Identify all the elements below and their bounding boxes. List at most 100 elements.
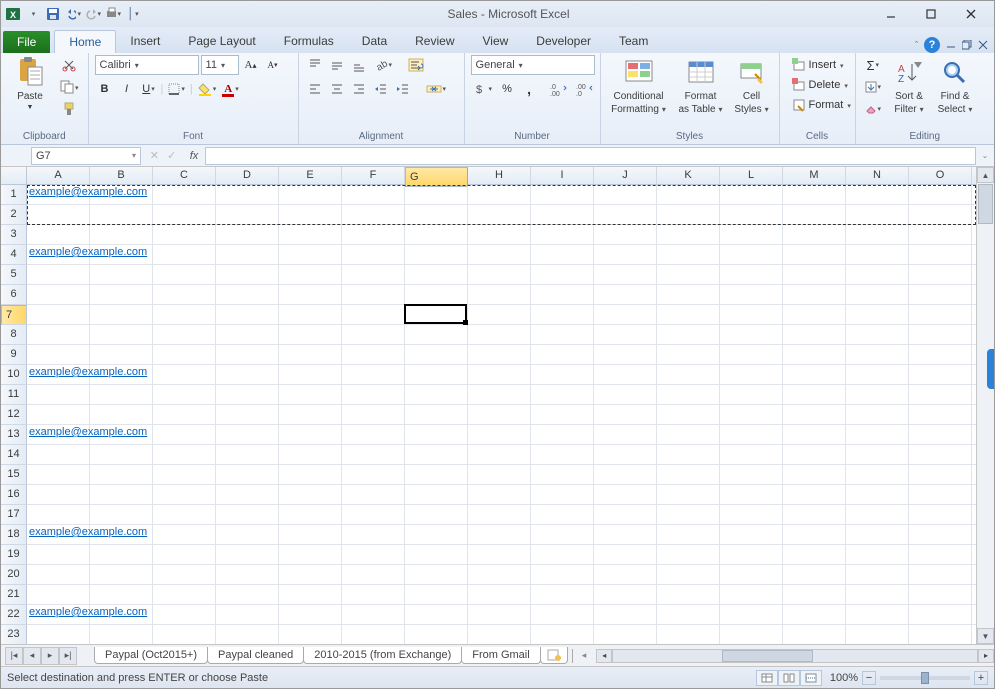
close-button[interactable] xyxy=(952,4,990,24)
autosum-button[interactable]: Σ xyxy=(862,55,885,75)
tab-review[interactable]: Review xyxy=(401,30,468,53)
col-header-K[interactable]: K xyxy=(657,167,720,184)
col-header-G[interactable]: G xyxy=(405,167,468,187)
row[interactable] xyxy=(27,625,976,644)
row-header[interactable]: 5 xyxy=(1,265,27,285)
col-header-J[interactable]: J xyxy=(594,167,657,184)
row[interactable] xyxy=(27,505,976,525)
col-header-H[interactable]: H xyxy=(468,167,531,184)
sheet-first-button[interactable]: |◂ xyxy=(5,647,23,665)
orientation-button[interactable]: ab xyxy=(371,55,396,75)
row-header[interactable]: 3 xyxy=(1,225,27,245)
zoom-slider-thumb[interactable] xyxy=(921,672,929,684)
zoom-in-button[interactable]: + xyxy=(974,671,988,685)
workbook-min-icon[interactable] xyxy=(946,41,956,49)
undo-icon[interactable] xyxy=(65,6,81,22)
sort-filter-button[interactable]: AZ Sort &Filter xyxy=(888,55,930,117)
percent-button[interactable]: % xyxy=(497,79,517,99)
row-header[interactable]: 9 xyxy=(1,345,27,365)
row[interactable]: example@example.com xyxy=(27,185,976,205)
row-header[interactable]: 6 xyxy=(1,285,27,305)
cell-hyperlink[interactable]: example@example.com xyxy=(29,606,147,618)
tab-view[interactable]: View xyxy=(469,30,523,53)
row[interactable] xyxy=(27,385,976,405)
sheet-tab[interactable]: Paypal (Oct2015+) xyxy=(94,647,208,664)
row-header[interactable]: 12 xyxy=(1,405,27,425)
row[interactable]: example@example.com xyxy=(27,365,976,385)
tab-team[interactable]: Team xyxy=(605,30,662,53)
row[interactable] xyxy=(27,585,976,605)
row-header[interactable]: 18 xyxy=(1,525,27,545)
formula-input[interactable] xyxy=(205,147,976,165)
align-top-button[interactable] xyxy=(305,55,325,75)
align-middle-button[interactable] xyxy=(327,55,347,75)
row-header[interactable]: 11 xyxy=(1,385,27,405)
cell-hyperlink[interactable]: example@example.com xyxy=(29,366,147,378)
col-header-O[interactable]: O xyxy=(909,167,972,184)
sheet-prev-button[interactable]: ◂ xyxy=(23,647,41,665)
tab-page-layout[interactable]: Page Layout xyxy=(174,30,269,53)
minimize-ribbon-icon[interactable]: ˆ xyxy=(915,40,918,50)
increase-indent-button[interactable] xyxy=(393,79,413,99)
row-header[interactable]: 23 xyxy=(1,625,27,644)
underline-button[interactable]: U xyxy=(139,79,159,99)
shrink-font-button[interactable]: A▾ xyxy=(263,55,283,75)
clear-button[interactable] xyxy=(862,99,885,119)
format-cells-button[interactable]: Format xyxy=(786,95,857,115)
col-header-F[interactable]: F xyxy=(342,167,405,184)
tab-home[interactable]: Home xyxy=(54,30,116,53)
row-header[interactable]: 15 xyxy=(1,465,27,485)
row-header[interactable]: 17 xyxy=(1,505,27,525)
row[interactable] xyxy=(27,225,976,245)
row[interactable] xyxy=(27,545,976,565)
tab-data[interactable]: Data xyxy=(348,30,401,53)
row[interactable]: example@example.com xyxy=(27,245,976,265)
number-format-select[interactable]: General▾ xyxy=(471,55,595,75)
row-header[interactable]: 14 xyxy=(1,445,27,465)
row-header[interactable]: 13 xyxy=(1,425,27,445)
cell-hyperlink[interactable]: example@example.com xyxy=(29,186,147,198)
fill-button[interactable] xyxy=(862,77,885,97)
minimize-button[interactable] xyxy=(872,4,910,24)
sheet-tab[interactable]: From Gmail xyxy=(461,647,540,664)
font-name-select[interactable]: Calibri▾ xyxy=(95,55,199,75)
sheet-tab[interactable]: Paypal cleaned xyxy=(207,647,304,664)
row-header[interactable]: 7 xyxy=(1,305,27,325)
grow-font-button[interactable]: A▴ xyxy=(241,55,261,75)
row-header[interactable]: 20 xyxy=(1,565,27,585)
border-button[interactable] xyxy=(165,79,188,99)
insert-cells-button[interactable]: Insert xyxy=(786,55,850,75)
workbook-restore-icon[interactable] xyxy=(962,40,972,50)
cell-hyperlink[interactable]: example@example.com xyxy=(29,526,147,538)
select-all-corner[interactable] xyxy=(1,167,27,184)
row[interactable] xyxy=(27,325,976,345)
decrease-decimal-button[interactable]: .00.0 xyxy=(573,79,597,99)
sheet-last-button[interactable]: ▸| xyxy=(59,647,77,665)
sheet-next-button[interactable]: ▸ xyxy=(41,647,59,665)
row[interactable] xyxy=(27,345,976,365)
font-size-select[interactable]: 11▾ xyxy=(201,55,239,75)
new-sheet-button[interactable] xyxy=(540,647,568,664)
conditional-formatting-button[interactable]: ConditionalFormatting xyxy=(607,55,671,117)
row[interactable] xyxy=(27,445,976,465)
font-color-button[interactable]: A xyxy=(221,79,241,99)
col-header-L[interactable]: L xyxy=(720,167,783,184)
qat-customize[interactable]: │ xyxy=(125,6,141,22)
col-header-C[interactable]: C xyxy=(153,167,216,184)
wrap-text-button[interactable] xyxy=(405,55,427,75)
col-header-D[interactable]: D xyxy=(216,167,279,184)
normal-view-button[interactable] xyxy=(756,670,778,686)
hscroll-right-button[interactable]: ▸ xyxy=(978,649,994,663)
row-header[interactable]: 2 xyxy=(1,205,27,225)
row[interactable]: example@example.com xyxy=(27,605,976,625)
scroll-up-button[interactable]: ▲ xyxy=(977,167,994,183)
side-panel-tab[interactable] xyxy=(987,349,994,389)
align-left-button[interactable] xyxy=(305,79,325,99)
col-header-A[interactable]: A xyxy=(27,167,90,184)
hscroll-thumb[interactable] xyxy=(722,650,813,662)
fx-icon[interactable]: fx xyxy=(183,150,205,162)
page-break-view-button[interactable] xyxy=(800,670,822,686)
row[interactable]: example@example.com xyxy=(27,525,976,545)
tab-developer[interactable]: Developer xyxy=(522,30,605,53)
row[interactable] xyxy=(27,485,976,505)
